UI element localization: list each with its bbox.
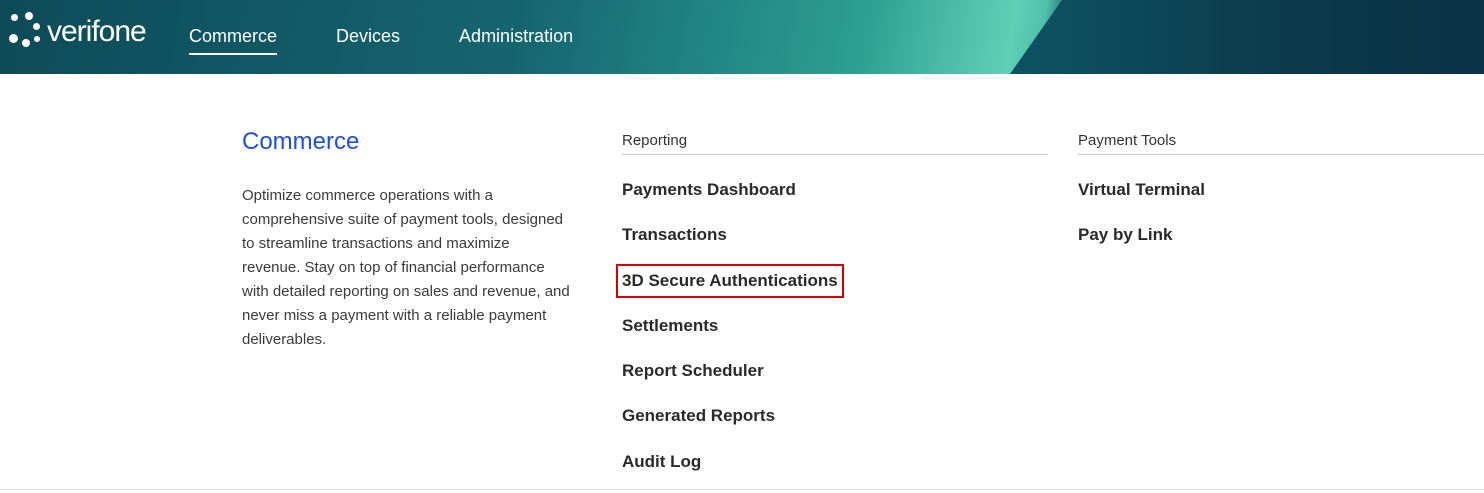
link-pay-by-link[interactable]: Pay by Link	[1078, 224, 1484, 269]
top-navigation-bar: verifone Commerce Devices Administration	[0, 0, 1484, 74]
link-3d-secure-authentications[interactable]: 3D Secure Authentications	[616, 263, 1048, 315]
divider	[0, 489, 1484, 490]
verifone-logo-icon	[9, 12, 43, 48]
main-nav: Commerce Devices Administration	[189, 0, 632, 74]
highlight-box: 3D Secure Authentications	[616, 263, 844, 298]
verifone-logo[interactable]: verifone	[9, 10, 147, 50]
payment-tools-heading: Payment Tools	[1078, 132, 1484, 155]
link-report-scheduler[interactable]: Report Scheduler	[622, 360, 1048, 405]
commerce-intro: Commerce Optimize commerce operations wi…	[242, 128, 572, 352]
reporting-heading: Reporting	[622, 132, 1048, 155]
section-description: Optimize commerce operations with a comp…	[242, 187, 570, 348]
reporting-column: Reporting Payments Dashboard Transaction…	[616, 132, 1048, 493]
link-generated-reports[interactable]: Generated Reports	[622, 405, 1048, 450]
section-title: Commerce	[242, 128, 360, 155]
brand-name: verifone	[47, 15, 147, 48]
link-settlements[interactable]: Settlements	[622, 315, 1048, 360]
nav-administration[interactable]: Administration	[459, 0, 573, 74]
link-payments-dashboard[interactable]: Payments Dashboard	[622, 179, 1048, 224]
nav-commerce[interactable]: Commerce	[189, 0, 278, 74]
link-virtual-terminal[interactable]: Virtual Terminal	[1078, 179, 1484, 224]
nav-devices[interactable]: Devices	[336, 0, 400, 74]
header-decoration	[1010, 0, 1484, 74]
link-transactions[interactable]: Transactions	[622, 224, 1048, 269]
payment-tools-column: Payment Tools Virtual Terminal Pay by Li…	[1078, 132, 1484, 270]
link-audit-log[interactable]: Audit Log	[622, 451, 1048, 493]
